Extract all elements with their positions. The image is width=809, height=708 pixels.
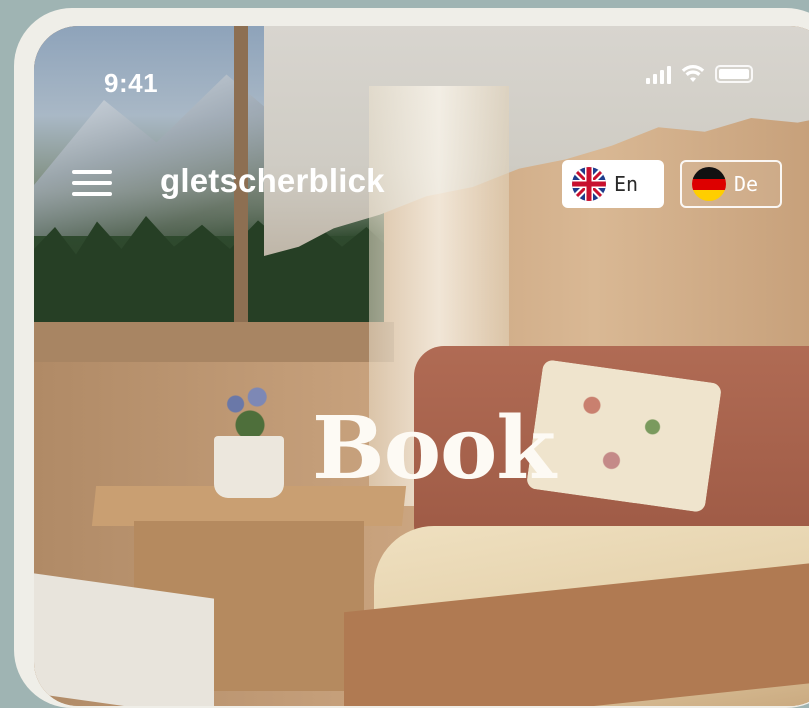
- language-label: De: [734, 172, 759, 196]
- status-time: 9:41: [104, 68, 159, 98]
- battery-icon: [715, 65, 753, 83]
- flower-pot: [214, 436, 284, 498]
- brand-logo[interactable]: gletscherblick: [160, 162, 385, 200]
- language-button-en[interactable]: En: [562, 160, 664, 208]
- floral-pillow: [525, 359, 723, 513]
- status-icons: [646, 64, 753, 84]
- language-label: En: [614, 172, 639, 196]
- page-title: Book: [312, 398, 556, 499]
- language-button-de[interactable]: De: [680, 160, 782, 208]
- window-sill: [34, 322, 394, 362]
- hamburger-menu-icon[interactable]: [72, 168, 116, 200]
- cellular-signal-icon: [646, 64, 671, 84]
- uk-flag-icon: [572, 167, 606, 201]
- wifi-icon: [681, 65, 705, 82]
- app-screen: [34, 26, 809, 706]
- germany-flag-icon: [692, 167, 726, 201]
